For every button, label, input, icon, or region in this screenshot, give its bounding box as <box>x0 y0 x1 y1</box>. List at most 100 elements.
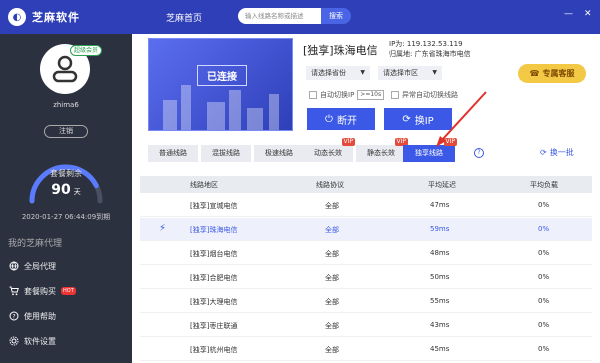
chevron-down-icon: ▼ <box>432 69 437 76</box>
logout-button[interactable]: 注销 <box>44 125 88 138</box>
column-header: 线路地区 <box>190 180 218 189</box>
menu-item-help[interactable]: ? 使用帮助 <box>8 310 56 322</box>
tab-fast[interactable]: 极速线路 <box>254 145 304 162</box>
interval-field[interactable]: >=10s <box>357 90 385 100</box>
table-row[interactable]: [独享]大理电信 全部 55ms 0% <box>140 290 592 313</box>
plan-days-value: 90 <box>51 182 71 198</box>
disconnect-button[interactable]: ⏻ 断开 <box>307 108 375 130</box>
power-icon: ⏻ <box>325 113 333 125</box>
tab-exclusive[interactable]: 独享线路 VIP <box>403 138 457 162</box>
sidebar: ◐ 芝麻软件 超级会员 zhima6 注销 套餐剩余 90 天 2020-01-2… <box>0 0 132 363</box>
table-header: 线路地区 线路协议 平均延迟 平均负载 <box>140 176 592 193</box>
table-cell: 全部 <box>325 202 339 210</box>
search-button[interactable]: 搜索 <box>321 8 351 24</box>
home-link[interactable]: 芝麻首页 <box>166 11 202 24</box>
auto-switch-checkbox[interactable]: 自动切换IP >=10s <box>309 90 385 100</box>
vip-badge: VIP <box>443 138 457 146</box>
switch-ip-label: 换IP <box>414 115 434 127</box>
service-label: 专属客服 <box>542 69 575 78</box>
connection-status: 已连接 <box>197 65 247 86</box>
table-cell: 0% <box>538 273 550 281</box>
vip-badge: VIP <box>341 138 355 146</box>
help-icon: ? <box>8 311 19 322</box>
menu-item-settings[interactable]: 软件设置 <box>8 335 56 347</box>
refresh-label: 换一批 <box>549 148 574 157</box>
table-cell: 48ms <box>430 249 450 257</box>
connection-banner: 已连接 <box>148 38 293 131</box>
tab-label: 混拔线路 <box>212 149 240 157</box>
building-shape <box>229 90 241 130</box>
switch-ip-button[interactable]: ⟳ 换IP <box>384 108 452 130</box>
table-row[interactable]: ⚡ [独享]珠海电信 全部 59ms 0% <box>140 218 592 241</box>
headset-icon: ☎ <box>529 69 540 78</box>
minimize-icon[interactable]: — <box>564 9 573 19</box>
lightning-icon: ⚡ <box>159 223 167 234</box>
refresh-icon: ⟳ <box>402 113 411 125</box>
building-shape <box>207 102 225 130</box>
svg-text:?: ? <box>12 314 15 321</box>
column-header: 平均负载 <box>530 180 558 189</box>
refresh-icon: ⟳ <box>540 148 547 157</box>
table-cell: 全部 <box>325 274 339 282</box>
table-row[interactable]: [独享]枣庄联通 全部 43ms 0% <box>140 314 592 337</box>
table-cell: 0% <box>538 321 550 329</box>
top-bar: 芝麻首页 输入线路名称或描述 搜索 — ✕ <box>132 0 600 34</box>
plan-days-unit: 天 <box>73 188 81 196</box>
globe-icon <box>8 261 19 272</box>
ip-location: 归属地: 广东省珠海市电信 <box>389 50 471 58</box>
city-select-value: 请选择市区 <box>383 69 418 77</box>
search-input[interactable]: 输入线路名称或描述 <box>238 8 321 24</box>
plan-label: 套餐剩余 <box>50 169 82 178</box>
tab-label: 极速线路 <box>265 149 293 157</box>
table-cell: 全部 <box>325 346 339 354</box>
table-cell: 全部 <box>325 226 339 234</box>
table-cell: 43ms <box>430 321 450 329</box>
table-cell: 0% <box>538 225 550 233</box>
tab-normal[interactable]: 普通线路 <box>148 145 198 162</box>
table-cell: [独享]烟台电信 <box>190 250 238 258</box>
table-cell: 50ms <box>430 273 450 281</box>
ip-address: IP为: 119.132.53.119 <box>389 40 463 48</box>
table-row[interactable]: [独享]杭州电信 全部 45ms 0% <box>140 338 592 361</box>
table-row[interactable]: [独享]合肥电信 全部 50ms 0% <box>140 266 592 289</box>
building-shape <box>247 108 263 130</box>
menu-label: 使用帮助 <box>24 311 56 321</box>
hot-badge: HOT <box>61 287 76 295</box>
username: zhima6 <box>53 101 79 109</box>
menu-item-global-proxy[interactable]: 全局代理 <box>8 260 56 272</box>
section-title: 我的芝麻代理 <box>8 239 63 249</box>
line-title: [独享]珠海电信 <box>303 44 378 57</box>
menu-label: 软件设置 <box>24 336 56 346</box>
table-cell: 0% <box>538 249 550 257</box>
abnormal-switch-checkbox[interactable]: 异常自动切换线路 <box>391 90 458 100</box>
auto-switch-label: 自动切换IP <box>320 91 355 99</box>
city-select[interactable]: 请选择市区 ▼ <box>378 66 442 80</box>
plan-expire: 2020-01-27 06:44:09到期 <box>21 213 111 221</box>
refresh-batch-button[interactable]: ⟳ 换一批 <box>540 147 574 158</box>
checkbox-box[interactable] <box>391 91 399 99</box>
help-circle-icon[interactable]: ? <box>474 148 484 158</box>
table-cell: 59ms <box>430 225 450 233</box>
column-header: 线路协议 <box>316 180 344 189</box>
table-row[interactable]: [独享]宣城电信 全部 47ms 0% <box>140 194 592 217</box>
table-cell: 0% <box>538 297 550 305</box>
exclusive-service-button[interactable]: ☎ 专属客服 <box>518 64 586 83</box>
close-icon[interactable]: ✕ <box>584 9 592 19</box>
tab-mixed[interactable]: 混拔线路 <box>201 145 251 162</box>
tab-static[interactable]: 静态长效 VIP <box>356 138 408 162</box>
province-select[interactable]: 请选择省份 ▼ <box>306 66 370 80</box>
abnormal-switch-label: 异常自动切换线路 <box>402 91 458 99</box>
building-shape <box>181 85 191 130</box>
table-cell: [独享]宣城电信 <box>190 202 238 210</box>
checkbox-box[interactable] <box>309 91 317 99</box>
tab-dynamic[interactable]: 动态长效 VIP <box>303 138 355 162</box>
building-shape <box>163 100 177 130</box>
table-row[interactable]: [独享]烟台电信 全部 48ms 0% <box>140 242 592 265</box>
table-cell: 47ms <box>430 201 450 209</box>
gear-icon <box>8 336 19 347</box>
tab-label: 动态长效 <box>314 149 342 157</box>
table-cell: 全部 <box>325 322 339 330</box>
menu-item-purchase[interactable]: 套餐购买 HOT <box>8 285 76 297</box>
menu-label: 套餐购买 <box>24 286 56 296</box>
table-cell: [独享]大理电信 <box>190 298 238 306</box>
